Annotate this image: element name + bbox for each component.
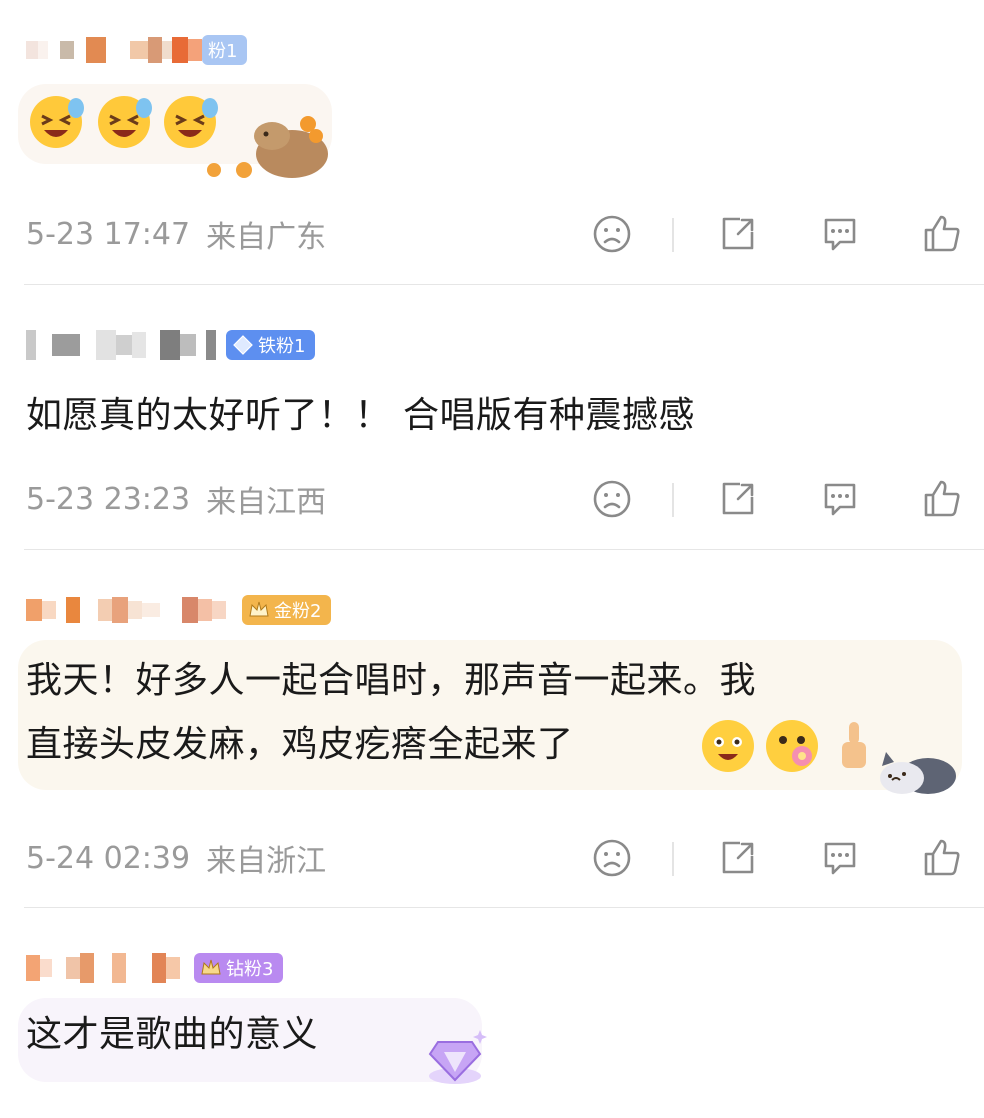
dislike-button[interactable] [592,479,632,519]
diamond-decoration [418,1024,492,1092]
thumbs-up-icon [924,839,960,876]
fan-badge[interactable]: 粉1 [202,35,248,65]
share-icon [722,482,754,515]
share-button[interactable] [718,838,758,878]
blurred-username[interactable] [26,953,180,983]
comment-text-line-1: 我天！好多人一起合唱时，那声音一起来。我 [26,660,757,701]
share-icon [722,841,754,874]
username-row[interactable]: 粉1 [26,28,248,72]
timestamp: 5-23 23:23 [26,481,191,517]
fan-badge[interactable]: 铁粉1 [226,330,316,360]
comment-icon [824,483,856,516]
happy-emoji [702,720,866,772]
action-bar: 2 [524,834,984,882]
blurred-username[interactable] [26,330,216,360]
comment-text: 这才是歌曲的意义 [26,1014,319,1055]
capybara-sticker [200,108,340,188]
comment-meta: 5-23 23:23 来自江西 [26,479,327,521]
comment-3: 金粉2 我天！好多人一起合唱时，那声音一起来。我 直接头皮发麻，鸡皮疙瘩全起来了… [0,550,984,908]
blurred-username[interactable] [26,37,202,63]
dislike-button[interactable] [592,214,632,254]
cat-sticker [872,740,962,802]
action-bar: 2 [524,210,984,258]
badge-label: 粉1 [208,41,238,62]
reply-button[interactable] [820,838,860,878]
reply-button[interactable] [820,214,860,254]
badge-label: 金粉2 [274,601,322,622]
badge-label: 钻粉3 [226,959,274,980]
share-icon [722,217,754,250]
diamond-icon [232,334,254,356]
fan-badge[interactable]: 钻粉3 [194,953,284,983]
crown-icon [248,599,270,621]
share-button[interactable] [718,479,758,519]
location: 来自江西 [206,485,327,520]
comment-icon [824,842,856,875]
action-divider [672,218,674,252]
location: 来自浙江 [206,844,327,879]
action-bar: 2 [524,475,984,523]
comment-text: 如愿真的太好听了！！ 合唱版有种震撼感 [26,395,695,436]
sad-face-icon [593,480,631,518]
emoji-row [698,716,882,780]
thumbs-up-icon [924,215,960,252]
timestamp: 5-23 17:47 [26,216,191,252]
blurred-username[interactable] [26,597,226,623]
like-button[interactable] [922,214,962,254]
username-row[interactable]: 钻粉3 [26,946,284,990]
crown-icon [200,957,222,979]
badge-label: 铁粉1 [258,336,306,357]
comment-meta: 5-24 02:39 来自浙江 [26,838,327,880]
action-divider [672,842,674,876]
username-row[interactable]: 铁粉1 [26,323,316,367]
action-divider [672,483,674,517]
sad-face-icon [593,839,631,877]
reply-button[interactable] [820,479,860,519]
comment-meta: 5-23 17:47 来自广东 [26,214,327,256]
thumbs-up-icon [924,480,960,517]
username-row[interactable]: 金粉2 [26,588,332,632]
emoji-row [26,92,226,156]
comment-2: 铁粉1 如愿真的太好听了！！ 合唱版有种震撼感 5-23 23:23 来自江西 … [0,285,984,550]
laughing-crying-emoji [30,96,218,148]
like-button[interactable] [922,838,962,878]
timestamp: 5-24 02:39 [26,840,191,876]
comment-icon [824,218,856,251]
location: 来自广东 [206,220,327,255]
comment-text-line-2: 直接头皮发麻，鸡皮疙瘩全起来了 [26,724,574,765]
sad-face-icon [593,215,631,253]
fan-badge[interactable]: 金粉2 [242,595,332,625]
like-button[interactable] [922,479,962,519]
share-button[interactable] [718,214,758,254]
dislike-button[interactable] [592,838,632,878]
comment-4: 钻粉3 这才是歌曲的意义 [0,908,984,1118]
comment-1: 粉1 5-23 17:47 来自广东 [0,0,984,285]
diamond-icon [428,1030,487,1084]
